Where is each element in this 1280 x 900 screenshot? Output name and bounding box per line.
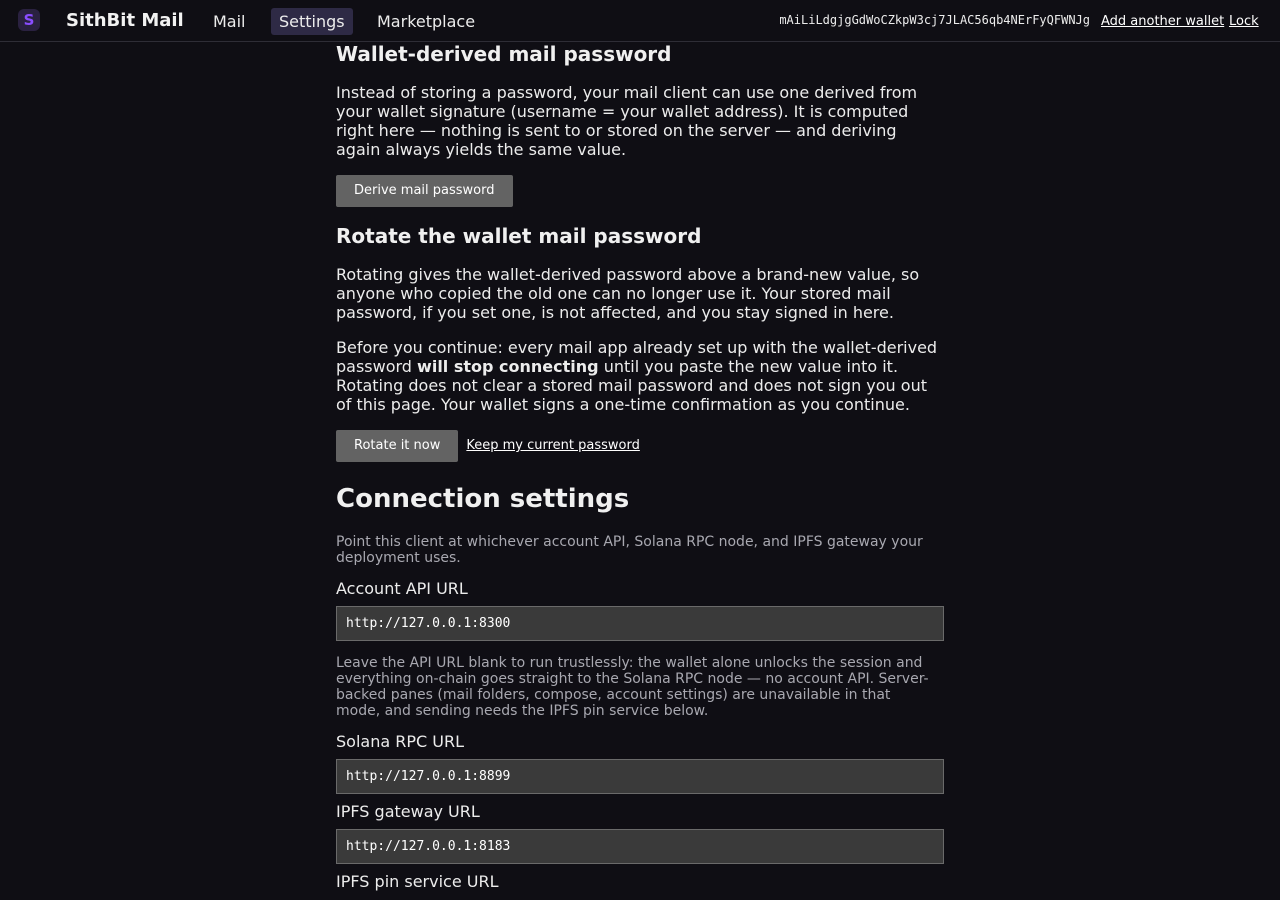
app-title[interactable]: SithBit Mail <box>66 10 184 31</box>
logo-glyph: S <box>23 11 35 29</box>
derive-password-button[interactable]: Derive mail password <box>336 175 513 207</box>
rotate-warning: Before you continue: every mail app alre… <box>336 338 944 414</box>
wallet-address: mAiLiLdgjgGdWoCZkpW3cj7JLAC56qb4NErFyQFW… <box>779 13 1090 27</box>
rpc-url-label: Solana RPC URL <box>336 732 464 751</box>
nav-mail[interactable]: Mail <box>205 8 254 35</box>
rotate-password-heading: Rotate the wallet mail password <box>336 224 702 248</box>
app-logo[interactable]: S <box>18 9 40 31</box>
api-url-label: Account API URL <box>336 579 468 598</box>
derived-password-description: Instead of storing a password, your mail… <box>336 83 918 159</box>
connection-intro: Point this client at whichever account A… <box>336 534 923 566</box>
rpc-url-input[interactable]: http://127.0.0.1:8899 <box>336 759 944 794</box>
ipfs-pin-label: IPFS pin service URL <box>336 872 499 891</box>
nav-marketplace[interactable]: Marketplace <box>369 8 483 35</box>
ipfs-gateway-input[interactable]: http://127.0.0.1:8183 <box>336 829 944 864</box>
derived-password-heading: Wallet-derived mail password <box>336 42 672 66</box>
api-url-help: Leave the API URL blank to run trustless… <box>336 655 929 719</box>
lock-link[interactable]: Lock <box>1229 14 1259 29</box>
ipfs-gateway-label: IPFS gateway URL <box>336 802 480 821</box>
rotate-warning-emphasis: will stop connecting <box>417 357 599 376</box>
rotate-now-button[interactable]: Rotate it now <box>336 430 459 462</box>
keep-password-link[interactable]: Keep my current password <box>466 430 640 462</box>
rotate-password-description: Rotating gives the wallet-derived passwo… <box>336 265 920 322</box>
add-wallet-link[interactable]: Add another wallet <box>1101 14 1224 29</box>
connection-settings-heading: Connection settings <box>336 484 630 514</box>
nav-settings[interactable]: Settings <box>271 8 353 35</box>
api-url-input[interactable]: http://127.0.0.1:8300 <box>336 606 944 641</box>
top-navigation-bar: S SithBit Mail Mail Settings Marketplace… <box>0 0 1280 42</box>
